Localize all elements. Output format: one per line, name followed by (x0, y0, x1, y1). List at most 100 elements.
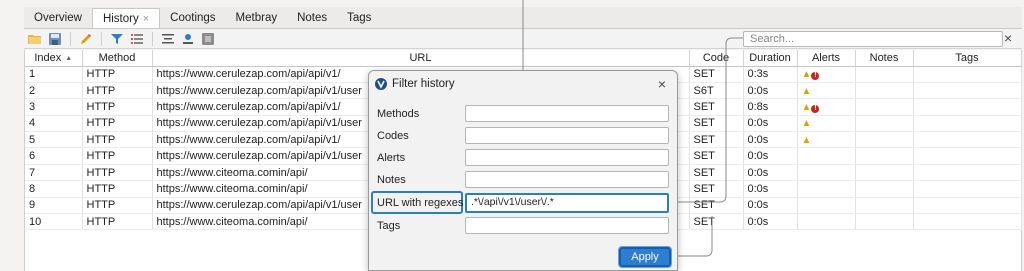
cell-duration: 0:0s (743, 147, 798, 165)
column-header-url[interactable]: URL (152, 50, 690, 67)
cell-tags (913, 131, 1022, 149)
cell-index: 1 (25, 66, 83, 83)
cell-duration: 0:8s (743, 98, 798, 116)
cell-alerts (797, 213, 856, 231)
cell-alerts: ▲! (797, 66, 856, 83)
codes-field[interactable] (465, 127, 669, 144)
cell-tags (913, 213, 1022, 231)
cell-duration: 0:0s (743, 213, 798, 231)
tab-label: Tags (347, 12, 372, 24)
warning-icon: ▲ (801, 101, 812, 113)
cell-method: HTTP (82, 115, 153, 133)
cell-notes (855, 197, 914, 215)
cell-duration: 0:3s (743, 66, 798, 83)
cell-index: 8 (25, 180, 83, 198)
settings-icon[interactable] (201, 32, 215, 46)
cell-alerts (797, 180, 856, 198)
cell-method: HTTP (82, 131, 153, 149)
cell-method: HTTP (82, 98, 153, 116)
column-header-notes[interactable]: Notes (855, 50, 914, 67)
cell-index: 9 (25, 197, 83, 215)
cell-code: SET (689, 197, 744, 215)
tab-tags[interactable]: Tags (337, 8, 381, 28)
cell-code: SET (689, 164, 744, 182)
cell-method: HTTP (82, 197, 153, 215)
cell-code: SET (689, 115, 744, 133)
align-icon[interactable] (161, 32, 175, 46)
cell-method: HTTP (82, 213, 153, 231)
url-regex-field[interactable]: .*\/api\/v1\/user\/.* (465, 193, 669, 213)
column-header-label: Duration (749, 51, 791, 64)
tab-close-icon[interactable]: × (143, 13, 149, 25)
cell-method: HTTP (82, 180, 153, 198)
error-icon: ! (811, 104, 820, 113)
pencil-icon[interactable] (79, 32, 93, 46)
filter-icon[interactable] (110, 32, 124, 46)
tags-field[interactable] (465, 217, 669, 234)
search-input[interactable]: Search... (743, 31, 1003, 47)
notes-label: Notes (377, 174, 406, 186)
notes-field[interactable] (465, 171, 669, 188)
cell-duration: 0:0s (743, 131, 798, 149)
app-logo-icon (375, 78, 387, 90)
cell-duration: 0:0s (743, 115, 798, 133)
apply-button[interactable]: Apply (618, 246, 672, 268)
app-window: Overview History × Cootings Metbray Notes… (0, 0, 1024, 271)
tab-cootings[interactable]: Cootings (160, 8, 225, 28)
cell-index: 7 (25, 164, 83, 182)
column-header-method[interactable]: Method (82, 50, 153, 67)
tab-label: Cootings (170, 12, 216, 24)
dialog-title: Filter history (392, 78, 455, 90)
save-icon[interactable] (48, 32, 62, 46)
cell-tags (913, 180, 1022, 198)
column-header-label: URL (409, 51, 432, 64)
close-icon[interactable]: × (658, 76, 666, 92)
toolbar-divider (152, 31, 153, 46)
cell-index: 10 (25, 213, 83, 231)
export-icon[interactable] (181, 32, 195, 46)
cell-alerts (797, 164, 856, 182)
list-filter-icon[interactable] (130, 32, 144, 46)
cell-tags (913, 82, 1022, 100)
alerts-field[interactable] (465, 149, 669, 166)
toolbar-divider (101, 31, 102, 46)
cell-tags (913, 147, 1022, 165)
column-header-index[interactable]: Index ▲ (25, 50, 83, 67)
cell-tags (913, 98, 1022, 116)
toolbar-divider (70, 31, 71, 46)
cell-notes (855, 180, 914, 198)
codes-label: Codes (377, 130, 409, 142)
column-header-duration[interactable]: Duration (743, 50, 798, 67)
tags-label: Tags (377, 220, 401, 232)
open-folder-icon[interactable] (28, 32, 42, 46)
tab-metbray[interactable]: Metbray (226, 8, 288, 28)
tab-overview[interactable]: Overview (24, 8, 92, 28)
dialog-title-bar: Filter history (369, 71, 677, 97)
cell-method: HTTP (82, 164, 153, 182)
methods-field[interactable] (465, 105, 669, 122)
tab-history[interactable]: History × (91, 8, 161, 28)
cell-tags (913, 164, 1022, 182)
methods-label: Methods (377, 108, 420, 120)
column-header-code[interactable]: Code (689, 50, 744, 67)
column-header-tags[interactable]: Tags (913, 50, 1022, 67)
column-header-alerts[interactable]: Alerts (797, 50, 856, 67)
cell-alerts (797, 197, 856, 215)
cell-code: S6T (689, 82, 744, 100)
tab-notes[interactable]: Notes (287, 8, 337, 28)
column-header-label: Tags (955, 51, 979, 64)
cell-duration: 0:0s (743, 180, 798, 198)
cell-alerts: ▲ (797, 82, 856, 100)
warning-icon: ▲ (801, 118, 812, 130)
cell-code: SET (689, 180, 744, 198)
alerts-label: Alerts (377, 152, 406, 164)
cell-method: HTTP (82, 82, 153, 100)
tab-label: Metbray (235, 12, 278, 24)
cell-tags (913, 66, 1022, 83)
clear-search-icon[interactable]: × (1004, 30, 1012, 46)
filter-history-dialog: Filter history × Methods Codes Alerts No… (368, 70, 678, 271)
url-regex-label: URL with regexes (377, 197, 464, 209)
cell-index: 6 (25, 147, 83, 165)
cell-notes (855, 82, 914, 100)
cell-alerts: ▲ (797, 131, 856, 149)
